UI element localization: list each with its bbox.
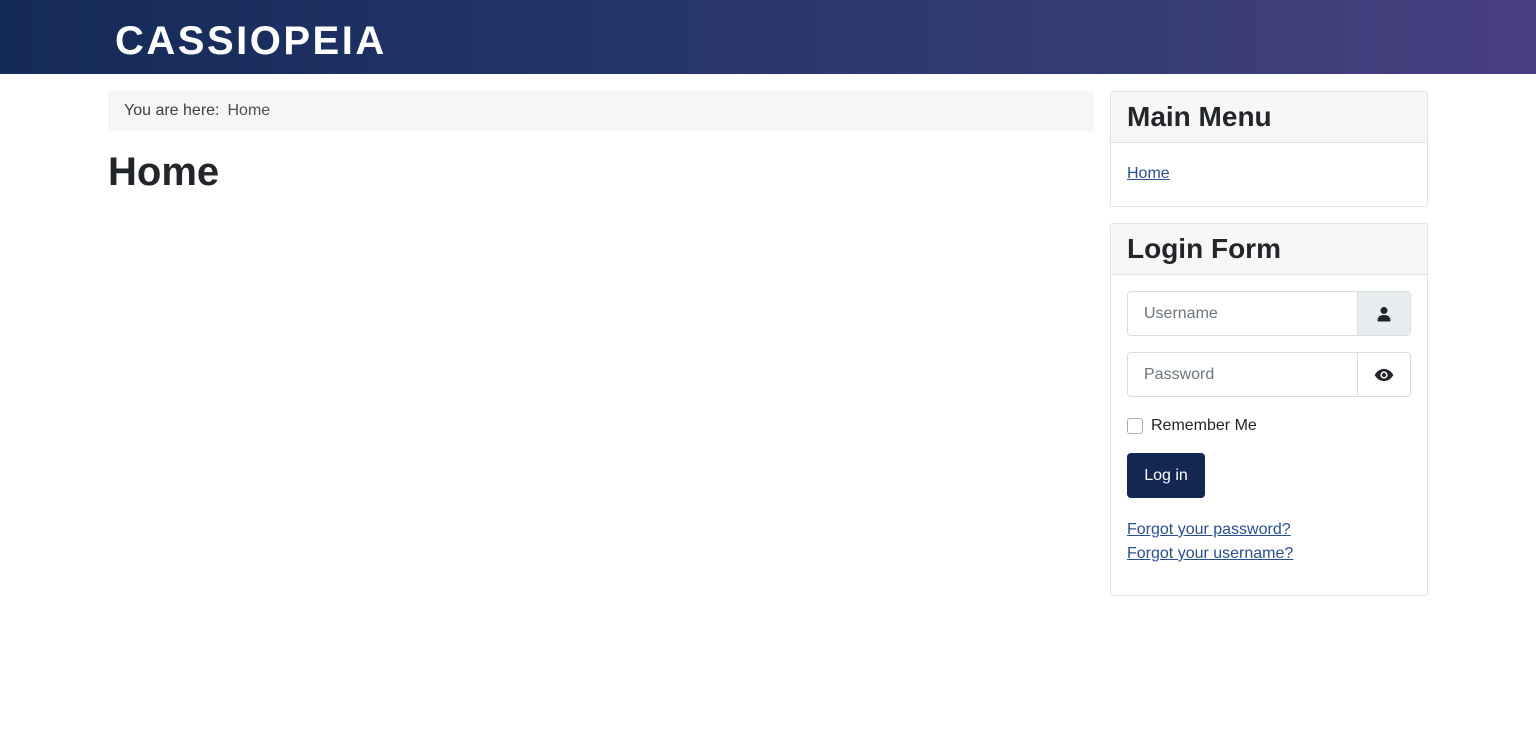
password-input[interactable]	[1128, 353, 1357, 396]
remember-me[interactable]: Remember Me	[1127, 417, 1411, 435]
password-group	[1127, 352, 1411, 397]
user-icon	[1357, 292, 1410, 335]
site-logo[interactable]: CASSIOPEIA	[115, 19, 387, 63]
login-button[interactable]: Log in	[1127, 453, 1205, 498]
page-title: Home	[108, 150, 220, 194]
menu-item-home[interactable]: Home	[1127, 165, 1170, 182]
main-menu-title: Main Menu	[1127, 101, 1272, 132]
login-form-title: Login Form	[1127, 233, 1281, 264]
forgot-username-link[interactable]: Forgot your username?	[1127, 542, 1411, 566]
main-menu-header: Main Menu	[1111, 92, 1427, 143]
eye-icon[interactable]	[1357, 353, 1410, 396]
breadcrumb-prefix: You are here:	[124, 102, 220, 119]
login-form-module: Login Form Remember Me	[1110, 223, 1428, 596]
login-links: Forgot your password? Forgot your userna…	[1127, 518, 1411, 566]
forgot-password-link[interactable]: Forgot your password?	[1127, 518, 1411, 542]
username-group	[1127, 291, 1411, 336]
main-menu-module: Main Menu Home	[1110, 91, 1428, 207]
main-menu-body: Home	[1111, 143, 1427, 205]
remember-me-checkbox[interactable]	[1127, 418, 1143, 434]
username-input[interactable]	[1128, 292, 1357, 335]
site-header: CASSIOPEIA	[0, 0, 1536, 74]
login-form-body: Remember Me Log in Forgot your password?…	[1111, 275, 1427, 582]
remember-me-label: Remember Me	[1151, 417, 1257, 434]
login-form-header: Login Form	[1111, 224, 1427, 275]
breadcrumb-current: Home	[227, 102, 271, 119]
breadcrumb: You are here: Home	[108, 91, 1094, 131]
